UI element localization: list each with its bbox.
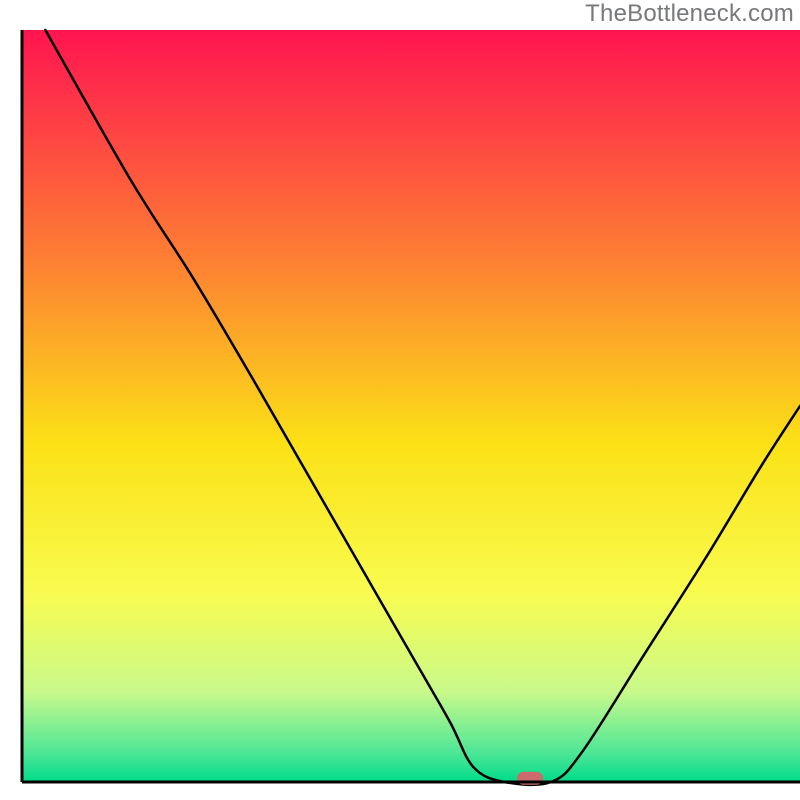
- chart-canvas: [0, 0, 800, 800]
- watermark-text: TheBottleneck.com: [585, 0, 794, 28]
- chart-background: [22, 30, 800, 782]
- bottleneck-chart: TheBottleneck.com: [0, 0, 800, 800]
